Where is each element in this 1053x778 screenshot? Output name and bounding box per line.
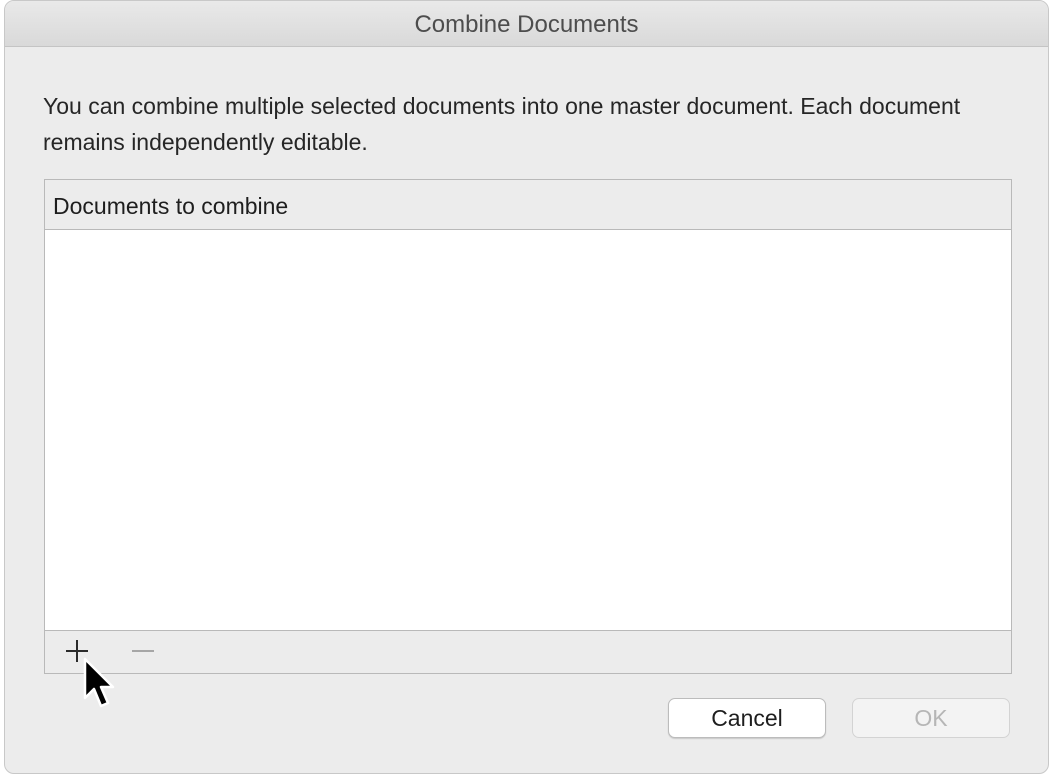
documents-list[interactable] xyxy=(45,230,1011,631)
documents-list-toolbar xyxy=(45,630,1011,673)
documents-list-box: Documents to combine xyxy=(44,179,1012,674)
minus-icon xyxy=(132,650,154,652)
combine-documents-dialog: Combine Documents You can combine multip… xyxy=(4,0,1049,774)
documents-list-header-label: Documents to combine xyxy=(53,193,289,219)
remove-document-button[interactable] xyxy=(123,635,163,667)
arrow-cursor-icon xyxy=(83,657,115,708)
cancel-button[interactable]: Cancel xyxy=(668,698,826,738)
documents-list-header: Documents to combine xyxy=(45,180,1011,230)
ok-button[interactable]: OK xyxy=(852,698,1010,738)
dialog-title: Combine Documents xyxy=(414,11,639,38)
dialog-description: You can combine multiple selected docume… xyxy=(43,93,961,155)
title-bar: Combine Documents xyxy=(5,1,1048,47)
